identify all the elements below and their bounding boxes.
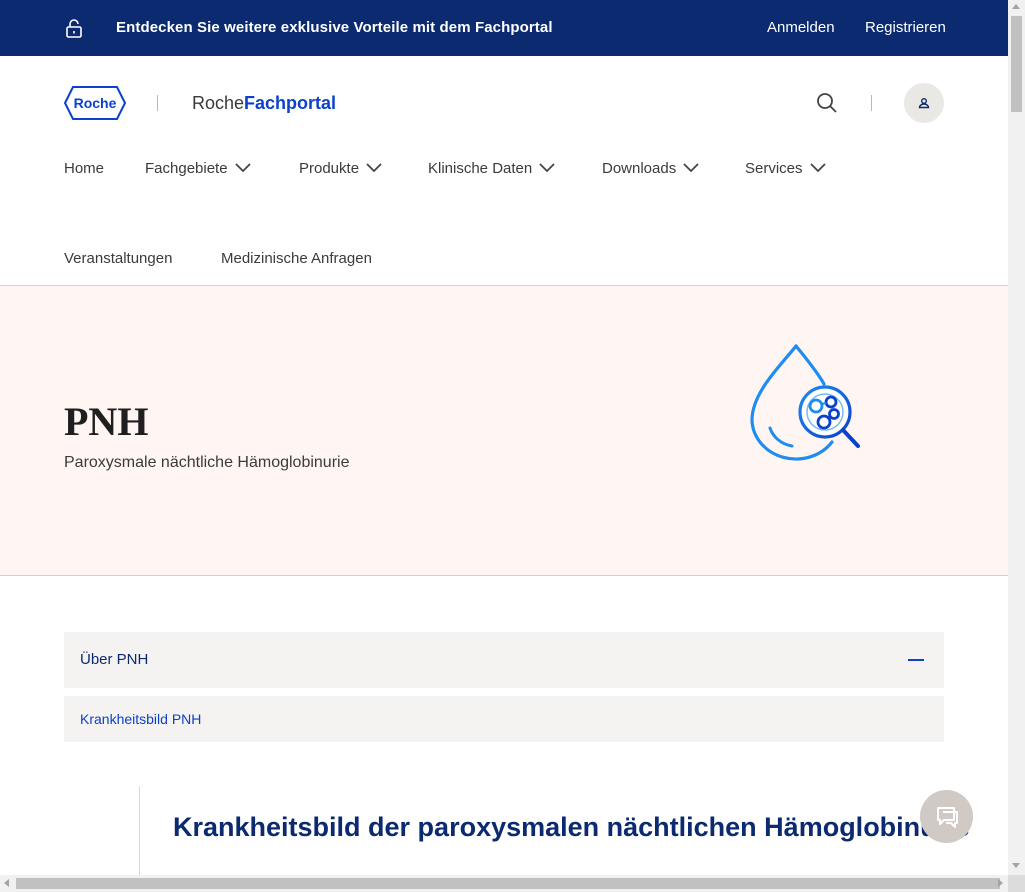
portal-prefix: Roche bbox=[192, 93, 245, 113]
chevron-down-icon bbox=[366, 162, 382, 172]
page: Entdecken Sie weitere exklusive Vorteile… bbox=[0, 0, 1008, 875]
hero-section: PNH Paroxysmale nächtliche Hämoglobinuri… bbox=[0, 286, 1008, 576]
nav-item-label: Fachgebiete bbox=[145, 160, 228, 177]
nav-item-veranstaltungen[interactable]: Veranstaltungen bbox=[64, 250, 172, 267]
chevron-down-icon bbox=[234, 162, 251, 172]
nav-item-home[interactable]: Home bbox=[64, 160, 104, 177]
nav-item-label: Services bbox=[745, 160, 803, 177]
logo-text: Roche bbox=[74, 95, 117, 111]
register-link[interactable]: Registrieren bbox=[865, 19, 946, 36]
logo-divider bbox=[157, 95, 158, 111]
page-subtitle: Paroxysmale nächtliche Hämoglobinurie bbox=[64, 454, 350, 471]
collapse-icon bbox=[908, 659, 924, 661]
header-divider bbox=[871, 95, 872, 111]
accordion-header-label: Über PNH bbox=[80, 651, 149, 668]
vertical-scroll-thumb[interactable] bbox=[1011, 16, 1022, 112]
roche-logo[interactable]: Roche bbox=[64, 86, 126, 120]
nav-item-label: Downloads bbox=[602, 160, 677, 177]
accordion-header-ueber-pnh[interactable]: Über PNH bbox=[64, 632, 944, 688]
scroll-down-arrow-icon[interactable] bbox=[1012, 863, 1020, 868]
chevron-down-icon bbox=[809, 162, 826, 172]
nav-item-klinische-daten[interactable]: Klinische Daten bbox=[428, 160, 555, 177]
nav-item-medizinische-anfragen[interactable]: Medizinische Anfragen bbox=[221, 250, 372, 267]
chevron-down-icon bbox=[683, 162, 699, 172]
horizontal-scroll-thumb[interactable] bbox=[16, 878, 1000, 889]
scrollbar-corner bbox=[1008, 875, 1025, 892]
section-heading: Krankheitsbild der paroxysmalen nächtlic… bbox=[173, 812, 970, 842]
user-icon bbox=[918, 98, 930, 109]
nav-item-produkte[interactable]: Produkte bbox=[299, 160, 382, 177]
promo-banner: Entdecken Sie weitere exklusive Vorteile… bbox=[0, 0, 1008, 56]
vertical-scrollbar[interactable] bbox=[1008, 0, 1025, 875]
horizontal-scrollbar[interactable] bbox=[0, 875, 1008, 892]
nav-item-label: Home bbox=[64, 160, 105, 177]
portal-name[interactable]: RocheFachportal bbox=[192, 93, 336, 114]
nav-item-label: Medizinische Anfragen bbox=[221, 250, 372, 267]
krankheitsbild-pnh-link[interactable]: Krankheitsbild PNH bbox=[80, 711, 201, 727]
promo-text: Entdecken Sie weitere exklusive Vorteile… bbox=[116, 19, 553, 36]
nav-item-label: Veranstaltungen bbox=[64, 250, 173, 267]
scroll-up-arrow-icon[interactable] bbox=[1012, 4, 1020, 9]
content-rule bbox=[139, 786, 140, 875]
page-title: PNH bbox=[64, 399, 149, 444]
unlock-icon bbox=[66, 19, 82, 38]
chat-icon bbox=[937, 807, 958, 828]
nav-item-label: Produkte bbox=[299, 160, 360, 177]
nav-item-fachgebiete[interactable]: Fachgebiete bbox=[145, 160, 251, 177]
portal-brand: Fachportal bbox=[244, 93, 337, 113]
accordion-content: Krankheitsbild PNH bbox=[64, 696, 944, 742]
nav-item-downloads[interactable]: Downloads bbox=[602, 160, 699, 177]
blood-drop-magnifier-icon bbox=[750, 344, 860, 461]
nav-item-label: Klinische Daten bbox=[428, 160, 533, 177]
scroll-left-arrow-icon[interactable] bbox=[4, 879, 9, 887]
search-icon[interactable] bbox=[815, 91, 839, 115]
chevron-down-icon bbox=[539, 162, 555, 172]
login-link[interactable]: Anmelden bbox=[767, 19, 835, 36]
user-account-button[interactable] bbox=[904, 83, 944, 123]
chat-button[interactable] bbox=[920, 790, 973, 843]
scroll-right-arrow-icon[interactable] bbox=[998, 879, 1003, 887]
nav-item-services[interactable]: Services bbox=[745, 160, 826, 177]
